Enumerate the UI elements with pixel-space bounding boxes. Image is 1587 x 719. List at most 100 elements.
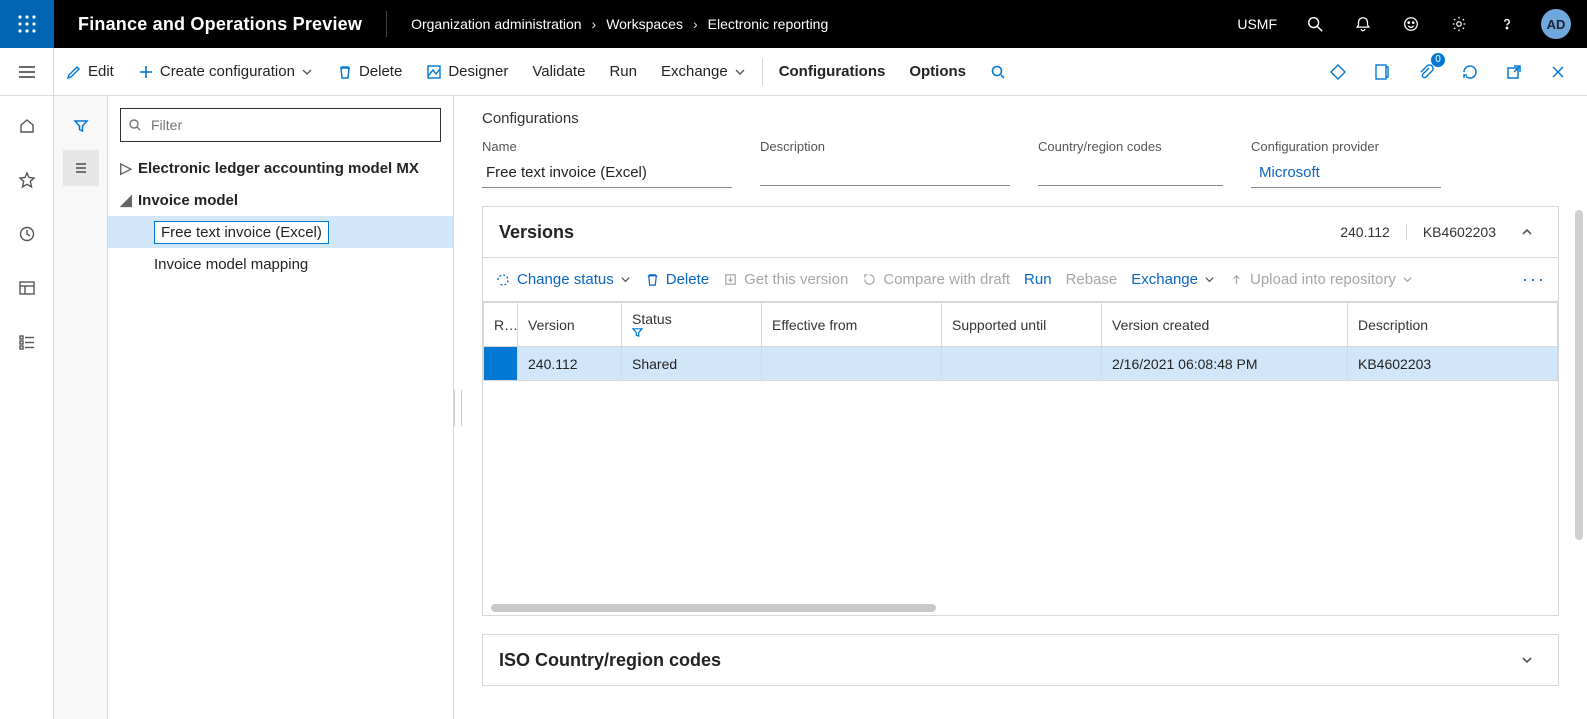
tree-node[interactable]: ▷ Electronic ledger accounting model MX [108, 152, 453, 184]
splitter-handle[interactable] [454, 96, 464, 719]
notifications-button[interactable] [1339, 0, 1387, 48]
nav-collapse-button[interactable] [0, 48, 54, 96]
toolbar-more-button[interactable]: ··· [1522, 269, 1546, 290]
validate-button[interactable]: Validate [520, 48, 597, 96]
diamond-icon [1329, 63, 1347, 81]
caret-down-icon: ◢ [120, 191, 132, 209]
row-selector[interactable] [484, 347, 518, 381]
field-country-codes: Country/region codes [1038, 139, 1223, 188]
workspaces-button[interactable] [9, 270, 45, 306]
col-description[interactable]: Description [1348, 303, 1558, 347]
clock-icon [18, 225, 36, 243]
paperclip-icon [1417, 63, 1435, 81]
modules-button[interactable] [9, 324, 45, 360]
legal-entity[interactable]: USMF [1223, 16, 1291, 32]
smiley-icon [1402, 15, 1420, 33]
workspace-icon [18, 279, 36, 297]
exchange-label: Exchange [661, 63, 728, 80]
delete-button[interactable]: Delete [325, 48, 414, 96]
trash-icon [645, 272, 660, 287]
version-delete-button[interactable]: Delete [645, 271, 709, 288]
breadcrumb-item[interactable]: Electronic reporting [708, 16, 829, 32]
question-icon [1498, 15, 1516, 33]
field-value-link[interactable]: Microsoft [1251, 160, 1441, 188]
star-icon [18, 171, 36, 189]
office-button[interactable] [1365, 55, 1399, 89]
grid-horizontal-scrollbar[interactable] [483, 601, 1558, 615]
tree-filter-input[interactable] [120, 108, 441, 142]
tree-node-label: Invoice model mapping [154, 254, 308, 275]
search-button[interactable] [1291, 0, 1339, 48]
diamond-button[interactable] [1321, 55, 1355, 89]
tree-list-toggle[interactable] [63, 150, 99, 186]
app-launcher-button[interactable] [0, 0, 54, 48]
breadcrumb: Organization administration › Workspaces… [387, 16, 828, 32]
tree-node[interactable]: ◢ Invoice model [108, 184, 453, 216]
options-label: Options [909, 63, 966, 80]
configurations-tab[interactable]: Configurations [767, 48, 898, 96]
cell-version: 240.112 [518, 347, 622, 381]
help-button[interactable] [1483, 0, 1531, 48]
tree-filter-box [120, 108, 441, 142]
bell-icon [1354, 15, 1372, 33]
col-version[interactable]: Version [518, 303, 622, 347]
modules-icon [18, 333, 36, 351]
edit-button[interactable]: Edit [54, 48, 126, 96]
designer-icon [426, 64, 442, 80]
office-icon [1373, 63, 1391, 81]
attachments-button[interactable]: 0 [1409, 55, 1443, 89]
feedback-button[interactable] [1387, 0, 1435, 48]
tree-node-selected[interactable]: Free text invoice (Excel) [108, 216, 453, 248]
detail-scrollbar-thumb[interactable] [1575, 210, 1583, 540]
iso-card-header[interactable]: ISO Country/region codes [483, 635, 1558, 685]
tree-node-label: Invoice model [138, 190, 238, 211]
col-created[interactable]: Version created [1102, 303, 1348, 347]
plus-icon [138, 64, 154, 80]
user-avatar[interactable]: AD [1541, 9, 1571, 39]
version-run-button[interactable]: Run [1024, 271, 1052, 288]
breadcrumb-item[interactable]: Workspaces [606, 16, 683, 32]
change-status-button[interactable]: Change status [495, 271, 631, 288]
tree-node-label: Free text invoice (Excel) [154, 221, 329, 244]
col-supported[interactable]: Supported until [942, 303, 1102, 347]
scrollbar-thumb[interactable] [491, 604, 936, 612]
designer-button[interactable]: Designer [414, 48, 520, 96]
chevron-right-icon: › [693, 16, 698, 32]
run-button[interactable]: Run [597, 48, 649, 96]
field-value[interactable] [1038, 160, 1223, 186]
exchange-button[interactable]: Exchange [649, 48, 758, 96]
home-button[interactable] [9, 108, 45, 144]
left-nav-rail [0, 96, 54, 719]
col-r[interactable]: R... [484, 303, 518, 347]
field-value[interactable] [760, 160, 1010, 186]
collapse-button[interactable] [1512, 225, 1542, 239]
chevron-down-icon [734, 66, 746, 78]
settings-button[interactable] [1435, 0, 1483, 48]
summary-version: 240.112 [1324, 224, 1406, 240]
grid-row-selected[interactable]: 240.112 Shared 2/16/2021 06:08:48 PM KB4… [484, 347, 1558, 381]
expand-button[interactable] [1512, 653, 1542, 667]
favorites-button[interactable] [9, 162, 45, 198]
breadcrumb-item[interactable]: Organization administration [411, 16, 581, 32]
field-value[interactable]: Free text invoice (Excel) [482, 160, 732, 188]
versions-card-header[interactable]: Versions 240.112 KB4602203 [483, 207, 1558, 257]
col-effective[interactable]: Effective from [762, 303, 942, 347]
iso-title: ISO Country/region codes [499, 650, 1512, 671]
create-configuration-button[interactable]: Create configuration [126, 48, 325, 96]
refresh-button[interactable] [1453, 55, 1487, 89]
recent-button[interactable] [9, 216, 45, 252]
chevron-right-icon: › [592, 16, 597, 32]
close-button[interactable] [1541, 55, 1575, 89]
actionbar-search-button[interactable] [978, 48, 1018, 96]
options-tab[interactable]: Options [897, 48, 978, 96]
popout-button[interactable] [1497, 55, 1531, 89]
compare-icon [862, 272, 877, 287]
tree-node[interactable]: Invoice model mapping [108, 248, 453, 280]
tree-node-label: Electronic ledger accounting model MX [138, 158, 419, 179]
version-exchange-button[interactable]: Exchange [1131, 271, 1215, 288]
caret-right-icon: ▷ [120, 159, 132, 177]
tree-filter-toggle[interactable] [63, 108, 99, 144]
gear-icon [1450, 15, 1468, 33]
col-status[interactable]: Status [622, 303, 762, 347]
chevron-down-icon [620, 274, 631, 285]
